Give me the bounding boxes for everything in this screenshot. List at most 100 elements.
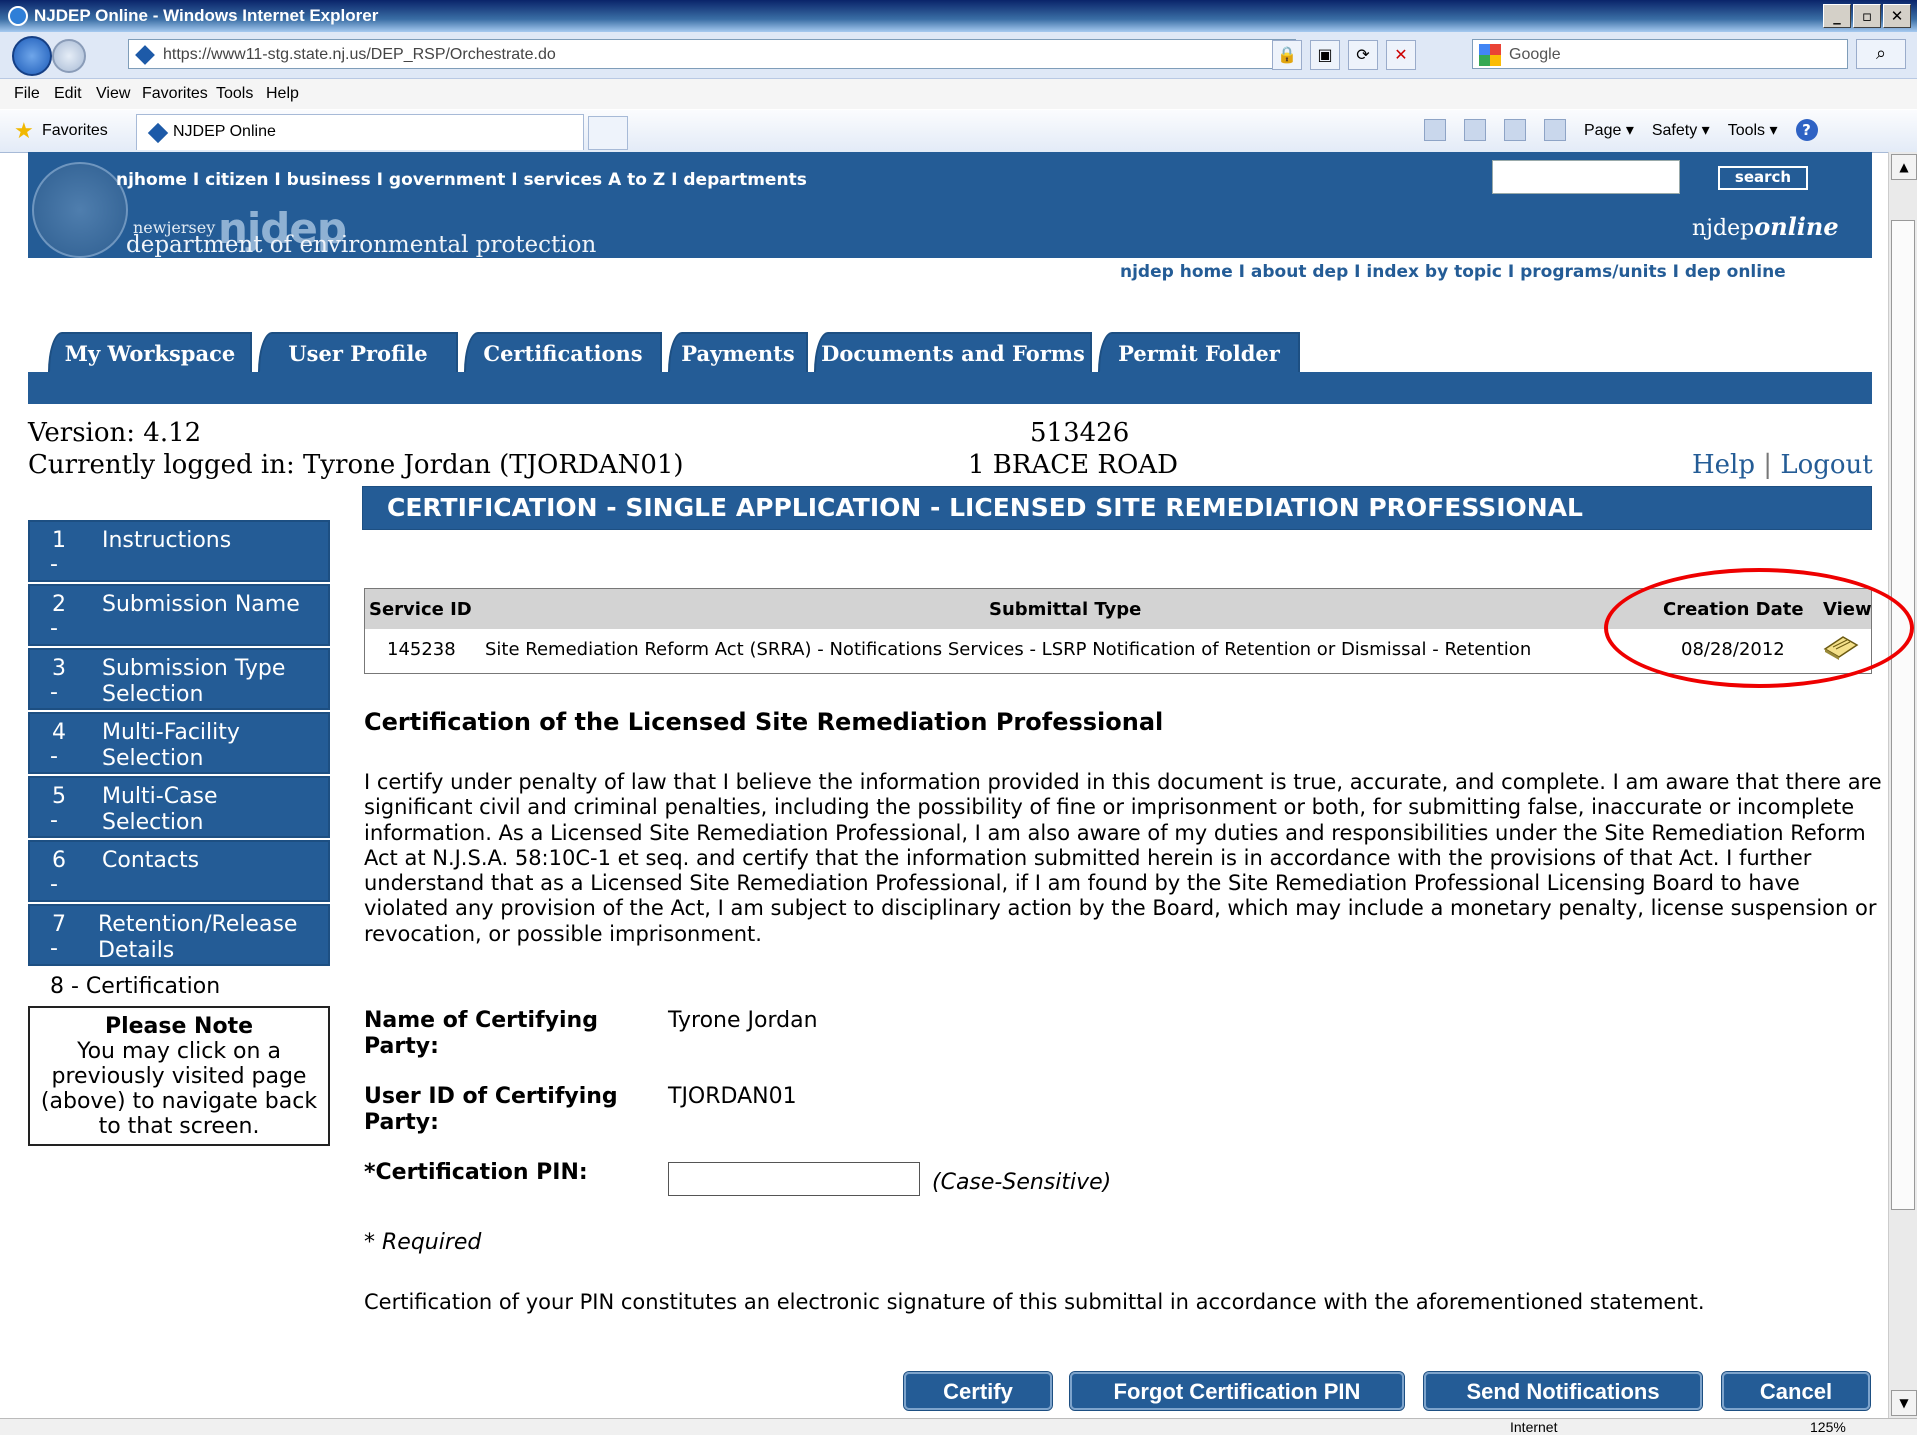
njdep-online-brand: njdeponline [1692, 212, 1839, 241]
tab-permit-folder[interactable]: Permit Folder [1098, 332, 1300, 372]
certifying-party-name-label: Name of Certifying Party: [364, 1008, 598, 1060]
view-document-icon[interactable] [1821, 631, 1861, 661]
secondary-navigation[interactable]: njdep home I about dep I index by topic … [1120, 262, 1786, 282]
close-window-button[interactable]: ✕ [1883, 4, 1911, 28]
scroll-thumb[interactable] [1891, 220, 1915, 1210]
vertical-scrollbar[interactable]: ▲ ▼ [1888, 152, 1917, 1418]
minimize-button[interactable]: _ [1823, 4, 1851, 28]
tab-documents-and-forms[interactable]: Documents and Forms [814, 332, 1092, 372]
table-header: Service ID Submittal Type Creation Date … [365, 589, 1872, 629]
step-number: 6 [52, 848, 66, 873]
link-separator: | [1763, 450, 1773, 480]
safety-menu[interactable]: Safety ▾ [1652, 120, 1710, 140]
site-id: 513426 [1030, 418, 1130, 448]
site-search-button[interactable]: search [1718, 166, 1808, 190]
step-label: Multi-Case Selection [102, 784, 218, 836]
menu-favorites[interactable]: Favorites [142, 85, 208, 103]
step-label-line1: Multi-Facility [102, 720, 240, 745]
help-link[interactable]: Help [1692, 450, 1755, 480]
page-menu[interactable]: Page ▾ [1584, 120, 1634, 140]
label-line1: Name of Certifying [364, 1008, 598, 1033]
step-label-line2: Details [98, 938, 175, 963]
search-input[interactable]: Google [1472, 39, 1848, 69]
department-name: department of environmental protection [126, 232, 597, 258]
step-dash: - [50, 616, 58, 641]
status-bar: Internet 125% [0, 1418, 1917, 1435]
mail-icon[interactable] [1504, 119, 1526, 141]
certification-pin-input[interactable] [668, 1162, 920, 1196]
logout-link[interactable]: Logout [1780, 450, 1872, 480]
note-body: You may click on a previously visited pa… [40, 1039, 318, 1139]
refresh-icon[interactable]: ⟳ [1348, 40, 1378, 70]
menu-edit[interactable]: Edit [54, 85, 82, 103]
site-icon [135, 45, 155, 65]
step-retention-release[interactable]: 7 - Retention/Release Details [28, 904, 330, 966]
lock-icon[interactable]: 🔒 [1272, 40, 1302, 70]
new-tab-button[interactable] [588, 116, 628, 150]
print-icon[interactable] [1544, 119, 1566, 141]
step-label: Retention/Release Details [98, 912, 297, 964]
tab-payments[interactable]: Payments [668, 332, 808, 372]
step-label-line1: Retention/Release [98, 912, 298, 937]
cancel-button[interactable]: Cancel [1721, 1371, 1871, 1411]
step-multi-case[interactable]: 5 - Multi-Case Selection [28, 776, 330, 838]
certify-button[interactable]: Certify [903, 1371, 1053, 1411]
brand-text: njdep [1692, 216, 1755, 241]
step-submission-name[interactable]: 2 - Submission Name [28, 584, 330, 646]
zoom-level[interactable]: 125% [1810, 1419, 1846, 1435]
step-submission-type[interactable]: 3 - Submission Type Selection [28, 648, 330, 710]
restore-button[interactable]: ▫ [1853, 4, 1881, 28]
menu-help[interactable]: Help [266, 85, 299, 103]
help-icon[interactable]: ? [1795, 119, 1818, 141]
label-line1: User ID of Certifying [364, 1084, 618, 1109]
tab-user-profile[interactable]: User Profile [258, 332, 458, 372]
favorites-button[interactable]: Favorites [42, 122, 108, 140]
label-line2: Party: [364, 1110, 439, 1135]
menu-view[interactable]: View [96, 85, 130, 103]
site-search-input[interactable] [1492, 160, 1680, 194]
step-label: Multi-Facility Selection [102, 720, 240, 772]
step-label-line2: Selection [102, 810, 204, 835]
window-title: NJDEP Online - Windows Internet Explorer [34, 6, 379, 25]
url-field[interactable]: https://www11-stg.state.nj.us/DEP_RSP/Or… [128, 39, 1296, 69]
table-row: 145238 Site Remediation Reform Act (SRRA… [365, 629, 1871, 673]
step-dash: - [50, 744, 58, 769]
scroll-down-icon[interactable]: ▼ [1891, 1390, 1917, 1416]
menu-tools[interactable]: Tools [216, 85, 253, 103]
step-multi-facility[interactable]: 4 - Multi-Facility Selection [28, 712, 330, 774]
search-go-icon[interactable]: ⌕ [1856, 39, 1906, 69]
back-button[interactable] [12, 36, 52, 76]
favorites-star-icon[interactable]: ★ [14, 118, 34, 144]
note-heading: Please Note [104, 1014, 254, 1039]
compat-view-icon[interactable]: ▣ [1310, 40, 1340, 70]
header-creation-date: Creation Date [1663, 599, 1804, 620]
forgot-pin-button[interactable]: Forgot Certification PIN [1069, 1371, 1405, 1411]
home-icon[interactable] [1424, 119, 1446, 141]
favorites-bar: ★ Favorites NJDEP Online Page ▾ Safety ▾… [0, 110, 1917, 153]
tab-my-workspace[interactable]: My Workspace [48, 332, 252, 372]
tab-certifications[interactable]: Certifications [464, 332, 662, 372]
page-title: CERTIFICATION - SINGLE APPLICATION - LIC… [362, 486, 1872, 530]
scroll-up-icon[interactable]: ▲ [1891, 154, 1917, 180]
tools-menu[interactable]: Tools ▾ [1728, 120, 1778, 140]
required-note: * Required [364, 1230, 482, 1255]
cell-service-id: 145238 [387, 639, 456, 660]
send-notifications-button[interactable]: Send Notifications [1423, 1371, 1703, 1411]
top-navigation[interactable]: njhome I citizen I business I government… [116, 170, 807, 190]
zone-text: Internet [1510, 1419, 1558, 1435]
step-instructions[interactable]: 1 - Instructions [28, 520, 330, 582]
step-contacts[interactable]: 6 - Contacts [28, 840, 330, 902]
feeds-icon[interactable] [1464, 119, 1486, 141]
forward-button[interactable] [52, 39, 86, 73]
browser-tab[interactable]: NJDEP Online [136, 114, 584, 150]
cell-submittal-type: Site Remediation Reform Act (SRRA) - Not… [485, 639, 1532, 660]
step-label: Submission Name [102, 592, 300, 617]
step-dash: - [50, 936, 58, 961]
please-note-box: Please Note You may click on a previousl… [28, 1006, 330, 1146]
stop-icon[interactable]: ✕ [1386, 40, 1416, 70]
step-label: Contacts [102, 848, 200, 873]
step-number: 5 [52, 784, 66, 809]
menu-file[interactable]: File [14, 85, 40, 103]
menu-bar: File Edit View Favorites Tools Help [0, 79, 1917, 109]
step-label-line2: Selection [102, 682, 204, 707]
